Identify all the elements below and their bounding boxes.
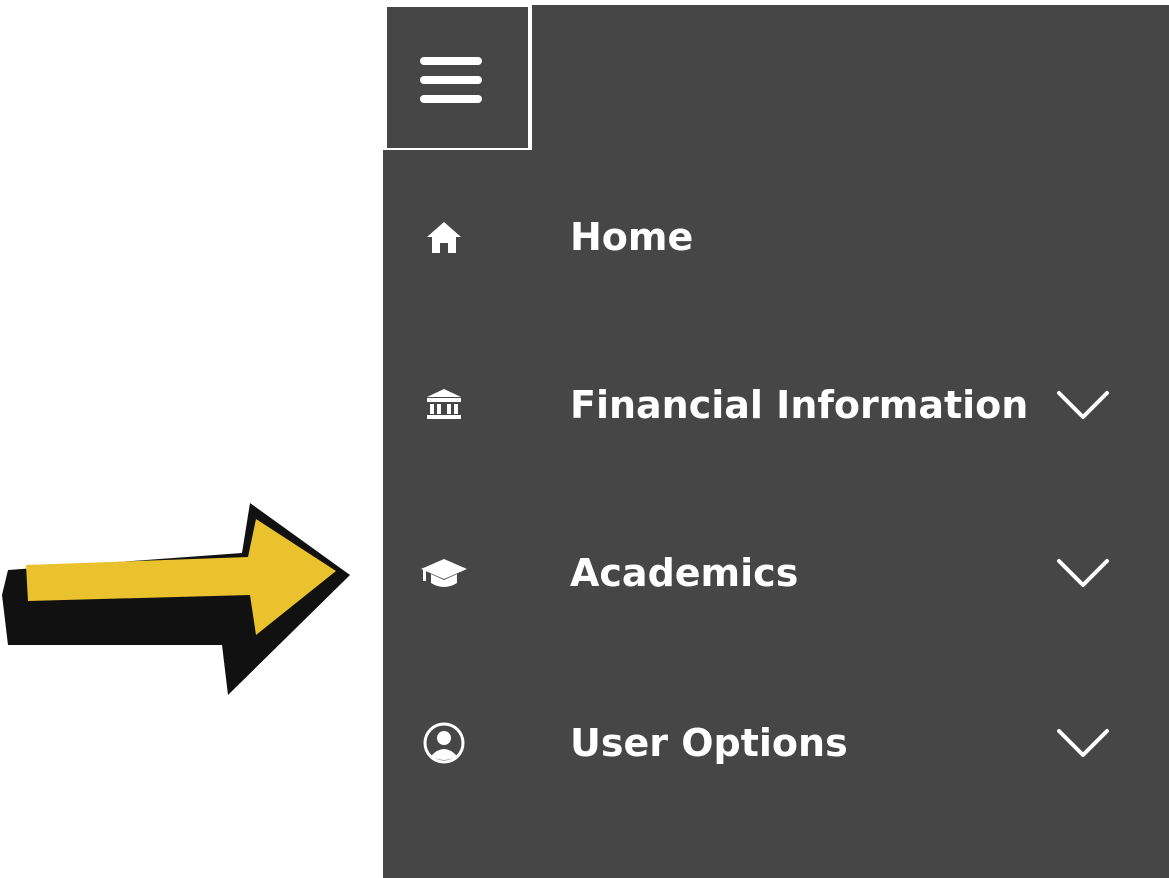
nav-item-label: User Options (570, 721, 848, 765)
nav-item-user-options[interactable]: User Options (383, 683, 1169, 803)
hamburger-menu-icon (420, 57, 482, 103)
home-icon (417, 210, 471, 264)
nav-item-label: Home (570, 215, 694, 259)
screenshot-stage: Home Financial Information Academics Use… (0, 0, 1169, 878)
bank-icon (417, 378, 471, 432)
menu-header-bar (532, 5, 1169, 152)
nav-item-financial-information[interactable]: Financial Information (383, 345, 1169, 465)
user-circle-icon (417, 716, 471, 770)
nav-item-home[interactable]: Home (383, 177, 1169, 297)
graduation-cap-icon (417, 546, 471, 600)
nav-item-academics[interactable]: Academics (383, 513, 1169, 633)
pointer-arrow-icon (2, 503, 350, 695)
nav-item-label: Academics (570, 551, 799, 595)
chevron-down-icon[interactable] (1051, 723, 1115, 763)
nav-item-label: Financial Information (570, 383, 1029, 427)
menu-toggle-button[interactable] (385, 5, 1169, 152)
chevron-down-icon[interactable] (1051, 553, 1115, 593)
chevron-down-icon[interactable] (1051, 385, 1115, 425)
